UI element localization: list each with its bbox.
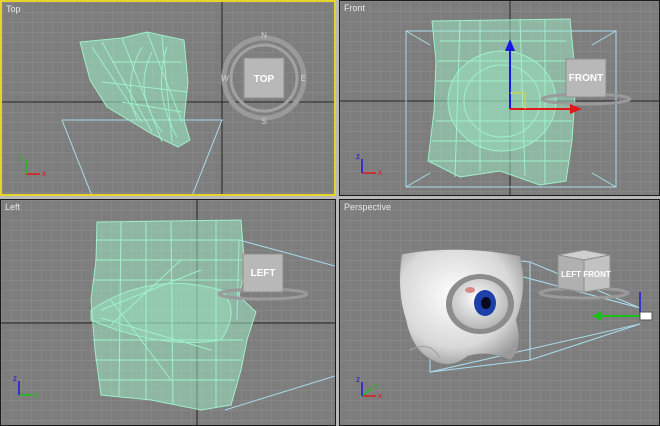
view-cube-front-label: FRONT: [569, 73, 603, 84]
svg-text:x: x: [378, 168, 382, 177]
view-cube-perspective[interactable]: LEFT FRONT: [538, 249, 630, 300]
svg-text:y: y: [20, 153, 24, 162]
wireframe-mesh: [79, 31, 191, 148]
viewport-label-left[interactable]: Left: [5, 202, 20, 212]
viewport-front-canvas: FRONT x z: [340, 1, 659, 195]
viewport-perspective-canvas: LEFT FRONT x y z: [356, 249, 653, 400]
viewport-top-canvas: TOP N S W E x y: [2, 2, 334, 194]
camera-frustum: [61, 119, 223, 194]
compass-s: S: [261, 117, 266, 126]
viewport-left[interactable]: Left LEFT y z: [0, 199, 336, 426]
viewport-label-front[interactable]: Front: [344, 3, 365, 13]
svg-text:z: z: [356, 152, 360, 161]
wireframe-mesh: [90, 219, 257, 411]
svg-text:z: z: [13, 374, 17, 383]
axis-tripod-left: y z: [13, 374, 39, 399]
compass-n: N: [261, 31, 267, 40]
viewport-left-canvas: LEFT y z: [1, 200, 335, 425]
axis-tripod-top: x y: [20, 153, 46, 178]
view-cube-left-label: LEFT: [251, 268, 276, 279]
viewport-top[interactable]: Top TOP N S W E x y: [0, 0, 336, 196]
view-cube-top-label: TOP: [254, 74, 275, 85]
viewport-label-top[interactable]: Top: [6, 4, 21, 14]
svg-text:y: y: [374, 381, 378, 390]
viewport-front[interactable]: Front FRONT x z: [339, 0, 660, 196]
svg-text:y: y: [35, 390, 39, 399]
compass-w: W: [221, 74, 229, 83]
compass-e: E: [300, 74, 305, 83]
svg-text:z: z: [356, 375, 360, 384]
shaded-skull-model: [399, 249, 524, 365]
viewport-label-perspective[interactable]: Perspective: [344, 202, 391, 212]
viewport-perspective[interactable]: Perspective LEFT FRONT x y z: [339, 199, 660, 426]
view-cube-perspective-front-label: FRONT: [583, 270, 611, 279]
view-cube-perspective-left-label: LEFT: [561, 270, 581, 279]
svg-text:x: x: [42, 169, 46, 178]
svg-text:x: x: [378, 391, 382, 400]
view-cube-top[interactable]: TOP N S W E: [221, 31, 307, 126]
axis-tripod-perspective: x y z: [356, 375, 382, 400]
axis-tripod-front: x z: [356, 152, 382, 177]
